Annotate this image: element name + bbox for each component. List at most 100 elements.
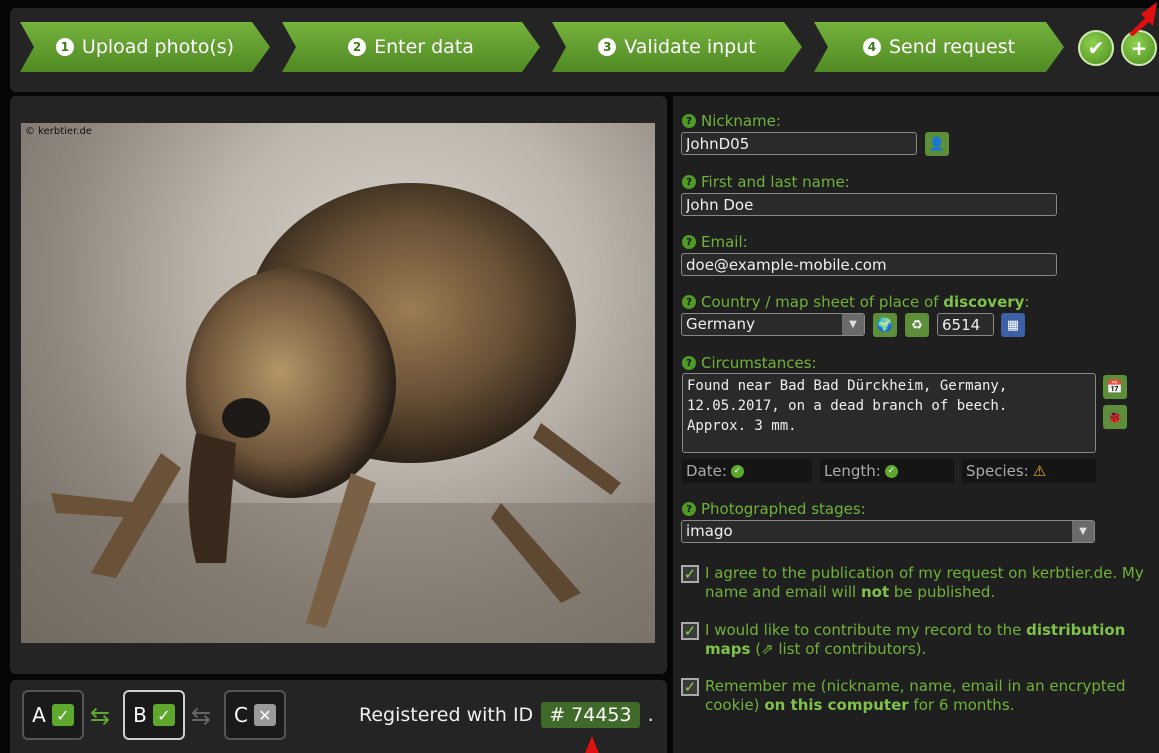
help-icon[interactable]: ?	[682, 502, 696, 516]
map-sheet-input[interactable]	[937, 313, 994, 336]
label-bold: discovery	[943, 293, 1025, 311]
photo-copyright: © kerbtier.de	[25, 126, 92, 137]
map-grid-button[interactable]: ▦	[1001, 313, 1025, 337]
step-label: Validate input	[624, 36, 756, 58]
red-arrow-annotation-icon	[1129, 2, 1157, 36]
stages-select[interactable]: imago ▼	[681, 520, 1095, 543]
label-text: Photographed stages:	[701, 500, 866, 518]
grid-icon: ▦	[1006, 317, 1020, 333]
label-post: :	[1024, 293, 1030, 311]
recycle-button[interactable]: ♻	[905, 313, 929, 337]
circumstances-textarea[interactable]: Found near Bad Bad Dürckheim, Germany, 1…	[682, 373, 1096, 453]
globe-button[interactable]: 🌍	[873, 313, 897, 337]
chevron-down-icon: ▼	[1072, 521, 1094, 542]
contribute-text: I would like to contribute my record to …	[705, 621, 1159, 659]
email-input[interactable]	[681, 253, 1057, 276]
country-label: ? Country / map sheet of place of discov…	[682, 293, 1029, 311]
label-text: Email:	[701, 233, 748, 251]
step-validate-input[interactable]: 3 Validate input	[552, 22, 802, 72]
contribute-text-2: (	[750, 640, 762, 658]
step-number: 2	[348, 38, 366, 56]
weevil-illustration	[21, 183, 655, 643]
date-status-label: Date:	[686, 462, 727, 480]
circumstances-label: ? Circumstances:	[682, 354, 817, 372]
checkmark-icon[interactable]: ✓	[681, 678, 699, 696]
help-icon[interactable]: ?	[682, 114, 696, 128]
user-icon-button[interactable]: 👤	[925, 132, 949, 156]
request-form: ? Nickname: 👤 ? First and last name: ? E…	[673, 96, 1159, 753]
ok-icon: ✓	[884, 464, 898, 478]
help-icon[interactable]: ?	[682, 356, 696, 370]
help-icon[interactable]: ?	[682, 295, 696, 309]
ok-icon: ✓	[730, 464, 744, 478]
step-enter-data[interactable]: 2 Enter data	[282, 22, 540, 72]
option-letter: B	[133, 703, 147, 727]
registration-dot: .	[647, 704, 654, 726]
warning-icon: ⚠	[1032, 462, 1047, 480]
globe-icon: 🌍	[876, 317, 894, 333]
email-label: ? Email:	[682, 233, 748, 251]
version-panel: A ✓ ⇆ B ✓ ⇆ C ✕ Registered with ID # 744…	[10, 680, 667, 753]
confirm-button[interactable]: ✔	[1078, 30, 1114, 66]
stages-label: ? Photographed stages:	[682, 500, 866, 518]
name-label: ? First and last name:	[682, 173, 850, 191]
step-send-request[interactable]: 4 Send request	[814, 22, 1064, 72]
step-number: 3	[598, 38, 616, 56]
checkmark-icon[interactable]: ✓	[681, 565, 699, 583]
contribute-checkbox[interactable]: ✓ I would like to contribute my record t…	[681, 621, 1159, 659]
step-label: Send request	[888, 36, 1016, 58]
option-a[interactable]: A ✓	[22, 690, 84, 740]
registration-info: Registered with ID # 74453 .	[359, 702, 654, 728]
contributors-link[interactable]: list of contributors	[778, 640, 915, 658]
label-text: First and last name:	[701, 173, 850, 191]
red-arrow-annotation-icon	[585, 736, 599, 753]
help-icon[interactable]: ?	[682, 235, 696, 249]
cross-icon: ✕	[253, 704, 276, 726]
stages-value: imago	[686, 522, 733, 540]
country-select[interactable]: Germany ▼	[681, 313, 865, 336]
label-text: Circumstances:	[701, 354, 817, 372]
calendar-icon: 📅	[1106, 379, 1124, 395]
swap-arrows-icon[interactable]: ⇆	[191, 702, 211, 730]
agree-text-2: be published.	[889, 583, 996, 601]
calendar-button[interactable]: 📅	[1103, 375, 1127, 399]
checked-icon: ✓	[51, 704, 74, 726]
option-c[interactable]: C ✕	[224, 690, 286, 740]
check-icon: ✔	[1087, 36, 1105, 60]
remember-text: Remember me (nickname, name, email in an…	[705, 677, 1159, 715]
checked-icon: ✓	[152, 704, 175, 726]
length-status-label: Length:	[824, 462, 881, 480]
registered-label: Registered with ID	[359, 704, 534, 726]
remember-me-checkbox[interactable]: ✓ Remember me (nickname, name, email in …	[681, 677, 1159, 715]
remember-text-bold: on this computer	[764, 696, 909, 714]
label-pre: Country / map sheet of place of	[701, 293, 944, 311]
option-b[interactable]: B ✓	[123, 690, 185, 740]
step-label: Upload photo(s)	[81, 36, 235, 58]
nickname-input[interactable]	[681, 132, 917, 155]
label-text: Nickname:	[701, 112, 781, 130]
checkmark-icon[interactable]: ✓	[681, 622, 699, 640]
user-icon: 👤	[928, 136, 946, 152]
weevil-photo: © kerbtier.de	[21, 123, 655, 643]
name-input[interactable]	[681, 193, 1057, 216]
contribute-text-1: I would like to contribute my record to …	[705, 621, 1027, 639]
agree-publication-checkbox[interactable]: ✓ I agree to the publication of my reque…	[681, 564, 1159, 602]
agree-text-bold: not	[860, 583, 890, 601]
swap-arrows-icon[interactable]: ⇆	[90, 702, 110, 730]
step-number: 1	[56, 38, 74, 56]
step-upload-photos[interactable]: 1 Upload photo(s)	[20, 22, 270, 72]
external-link-icon: ⇗	[761, 640, 779, 658]
help-icon[interactable]: ?	[682, 175, 696, 189]
registration-id: # 74453	[541, 702, 640, 728]
length-status: Length: ✓	[820, 459, 954, 483]
step-number: 4	[863, 38, 881, 56]
country-value: Germany	[686, 315, 755, 333]
bug-icon: 🐞	[1106, 409, 1124, 425]
bug-button[interactable]: 🐞	[1103, 405, 1127, 429]
option-letter: A	[32, 703, 46, 727]
recycle-icon: ♻	[911, 317, 923, 333]
photo-panel: © kerbtier.de	[10, 96, 667, 674]
contribute-text-3: ).	[915, 640, 927, 658]
species-status-label: Species:	[966, 462, 1029, 480]
step-label: Enter data	[374, 36, 474, 58]
